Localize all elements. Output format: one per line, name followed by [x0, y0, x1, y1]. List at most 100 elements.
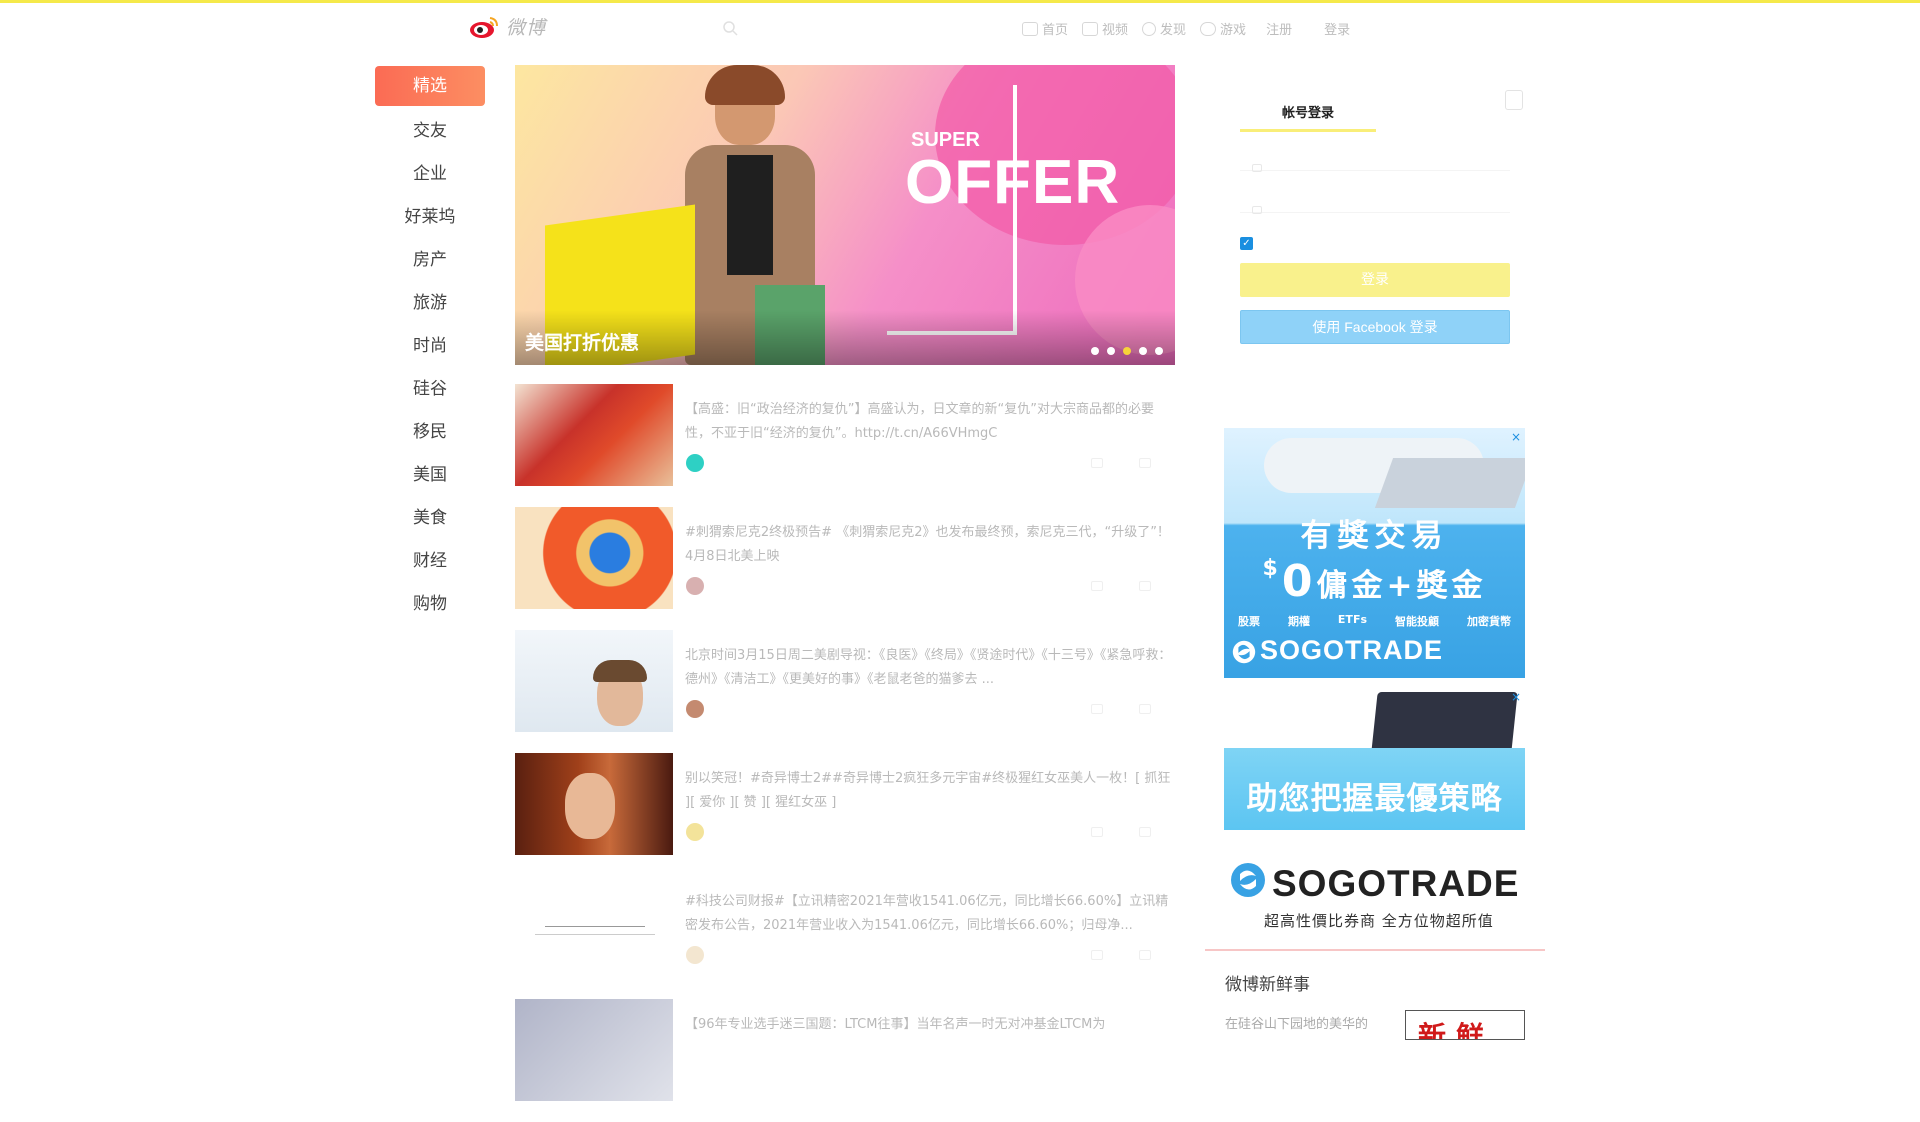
nav-game-label: 游戏	[1220, 23, 1247, 38]
ad1-subheadline: $0傭金+獎金	[1224, 556, 1525, 607]
carousel-dot[interactable]	[1155, 347, 1163, 355]
nav-video[interactable]: 视频	[1082, 19, 1128, 38]
sidebar-item-immigration[interactable]: 移民	[375, 411, 485, 454]
carousel-dot-active[interactable]	[1123, 347, 1131, 355]
comment-icon[interactable]	[1091, 704, 1103, 714]
source-avatar[interactable]	[686, 946, 704, 964]
weibo-fresh-text[interactable]: 在硅谷山下园地的美华的	[1225, 1013, 1400, 1032]
sidebar-item-usa[interactable]: 美国	[375, 454, 485, 497]
sogotrade-logo-icon	[1232, 640, 1256, 664]
feed-text[interactable]: 北京时间3月15日周二美剧导视：《良医》《终局》《贤途时代》《十三号》《紧急呼救…	[685, 644, 1175, 694]
sidebar-item-featured[interactable]: 精选	[375, 66, 485, 106]
password-field[interactable]	[1240, 212, 1510, 213]
nav-register[interactable]: 注册	[1266, 19, 1292, 38]
facebook-login-button[interactable]: 使用 Facebook 登录	[1240, 310, 1510, 344]
nav-home[interactable]: 首页	[1022, 19, 1068, 38]
like-icon[interactable]	[1139, 458, 1151, 468]
category-sidebar: 精选 交友 企业 好莱坞 房产 旅游 时尚 硅谷 移民 美国 美食 财经 购物	[375, 66, 485, 626]
remember-checkbox[interactable]: ✓	[1240, 237, 1253, 250]
feed-item[interactable]: 北京时间3月15日周二美剧导视：《良医》《终局》《贤途时代》《十三号》《紧急呼救…	[515, 630, 1175, 753]
comment-icon[interactable]	[1091, 950, 1103, 960]
sidebar-item-food[interactable]: 美食	[375, 497, 485, 540]
login-panel: 帐号登录 ✓ 登录 使用 Facebook 登录	[1222, 82, 1523, 382]
feed-thumbnail-sonic[interactable]	[515, 507, 673, 609]
feed-text[interactable]: 【高盛：旧“政治经济的复仇”】高盛认为，日文章的新“复仇”对大宗商品都的必要性，…	[685, 398, 1175, 448]
comment-icon[interactable]	[1091, 581, 1103, 591]
weibo-fresh-title: 微博新鲜事	[1225, 975, 1310, 995]
feed-thumbnail-scarlet-witch[interactable]	[515, 753, 673, 855]
sidebar-item-hollywood[interactable]: 好莱坞	[375, 196, 485, 239]
sidebar-item-shopping[interactable]: 购物	[375, 583, 485, 626]
feed-text[interactable]: #科技公司财报#【立讯精密2021年营收1541.06亿元，同比增长66.60%…	[685, 890, 1175, 940]
feed-thumbnail-report[interactable]	[515, 876, 673, 978]
carousel-dot[interactable]	[1139, 347, 1147, 355]
game-icon	[1200, 21, 1217, 36]
like-icon[interactable]	[1139, 704, 1151, 714]
sidebar-item-siliconvalley[interactable]: 硅谷	[375, 368, 485, 411]
sidebar-item-finance[interactable]: 财经	[375, 540, 485, 583]
feed-item[interactable]: #科技公司财报#【立讯精密2021年营收1541.06亿元，同比增长66.60%…	[515, 876, 1175, 999]
ad-close-icon[interactable]: ×	[1511, 430, 1521, 444]
sogotrade-ad-1[interactable]: × 有獎交易 $0傭金+獎金 股票 期權 ETFs 智能投顧 加密貨幣 SOGO…	[1224, 428, 1525, 678]
nav-discover[interactable]: 发现	[1142, 19, 1186, 38]
ad-keyboard-image	[1374, 458, 1525, 508]
feed-thumbnail-armor-hero[interactable]	[515, 384, 673, 486]
feed-stats	[1091, 950, 1151, 960]
like-icon[interactable]	[1139, 950, 1151, 960]
video-icon	[1082, 21, 1099, 36]
source-avatar[interactable]	[686, 700, 704, 718]
sogotrade-ad-2[interactable]: × 助您把握最優策略 SOGOTRADE 超高性價比券商 全方位物超所值	[1224, 688, 1525, 938]
source-avatar[interactable]	[686, 454, 704, 472]
carousel-dots	[1091, 347, 1163, 355]
sidebar-item-fashion[interactable]: 时尚	[375, 325, 485, 368]
login-button[interactable]: 登录	[1240, 263, 1510, 297]
search-icon[interactable]	[722, 20, 738, 36]
brand-name: 微博	[506, 17, 547, 39]
ad1-category: 加密貨幣	[1466, 615, 1511, 628]
tab-account-login[interactable]: 帐号登录	[1240, 102, 1376, 132]
weibo-fresh-image[interactable]: 新鲜	[1405, 1010, 1525, 1040]
feed-item[interactable]: #刺猬索尼克2终极预告# 《刺猬索尼克2》也发布最终预，索尼克三代，“升级了”！…	[515, 507, 1175, 630]
carousel-dot[interactable]	[1091, 347, 1099, 355]
sidebar-item-travel[interactable]: 旅游	[375, 282, 485, 325]
feed-item[interactable]: 【高盛：旧“政治经济的复仇”】高盛认为，日文章的新“复仇”对大宗商品都的必要性，…	[515, 384, 1175, 507]
feed-thumbnail-good-doctor[interactable]	[515, 630, 673, 732]
feed-thumbnail-ltcm[interactable]	[515, 999, 673, 1101]
source-avatar[interactable]	[686, 577, 704, 595]
section-divider	[1205, 949, 1545, 951]
discover-icon	[1142, 21, 1157, 36]
weibo-logo[interactable]: 微博	[468, 13, 546, 40]
sidebar-item-realestate[interactable]: 房产	[375, 239, 485, 282]
feed-text[interactable]: #刺猬索尼克2终极预告# 《刺猬索尼克2》也发布最终预，索尼克三代，“升级了”！…	[685, 521, 1175, 571]
qr-code-icon[interactable]	[1505, 90, 1523, 110]
carousel-dot[interactable]	[1107, 347, 1115, 355]
ad2-headline: 助您把握最優策略	[1246, 781, 1503, 817]
featured-banner[interactable]: SUPER OFFER 美国打折优惠	[515, 65, 1175, 365]
ad1-dollar: $	[1262, 556, 1282, 581]
ad1-brand: SOGOTRADE	[1260, 635, 1444, 665]
comment-icon[interactable]	[1091, 827, 1103, 837]
ad-close-icon[interactable]: ×	[1511, 690, 1521, 704]
nav-game[interactable]: 游戏	[1200, 19, 1246, 38]
feed-text[interactable]: 别以笑冠！#奇异博士2##奇异博士2疯狂多元宇宙#终极猩红女巫美人一枚！[ 抓狂…	[685, 767, 1175, 817]
nav-home-label: 首页	[1042, 23, 1069, 38]
sidebar-item-business[interactable]: 企业	[375, 153, 485, 196]
nav-login[interactable]: 登录	[1324, 19, 1350, 38]
ad2-tagline: 超高性價比券商 全方位物超所值	[1264, 912, 1494, 930]
feed-text[interactable]: 【96年专业选手迷三国题：LTCM往事】当年名声一时无对冲基金LTCM为	[685, 1013, 1175, 1063]
source-avatar[interactable]	[686, 823, 704, 841]
sidebar-item-dating[interactable]: 交友	[375, 110, 485, 153]
feed-item[interactable]: 【96年专业选手迷三国题：LTCM往事】当年名声一时无对冲基金LTCM为	[515, 999, 1175, 1122]
nav-login-label: 登录	[1324, 23, 1351, 38]
like-icon[interactable]	[1139, 581, 1151, 591]
feed-item[interactable]: 别以笑冠！#奇异博士2##奇异博士2疯狂多元宇宙#终极猩红女巫美人一枚！[ 抓狂…	[515, 753, 1175, 876]
feed-stats	[1091, 704, 1151, 714]
ad1-zero: 0	[1281, 556, 1317, 607]
user-icon	[1252, 164, 1262, 172]
ad1-categories: 股票 期權 ETFs 智能投顧 加密貨幣	[1224, 613, 1525, 629]
like-icon[interactable]	[1139, 827, 1151, 837]
comment-icon[interactable]	[1091, 458, 1103, 468]
nav-video-label: 视频	[1102, 23, 1129, 38]
username-field[interactable]	[1240, 170, 1510, 171]
ad1-category: 期權	[1287, 615, 1310, 628]
